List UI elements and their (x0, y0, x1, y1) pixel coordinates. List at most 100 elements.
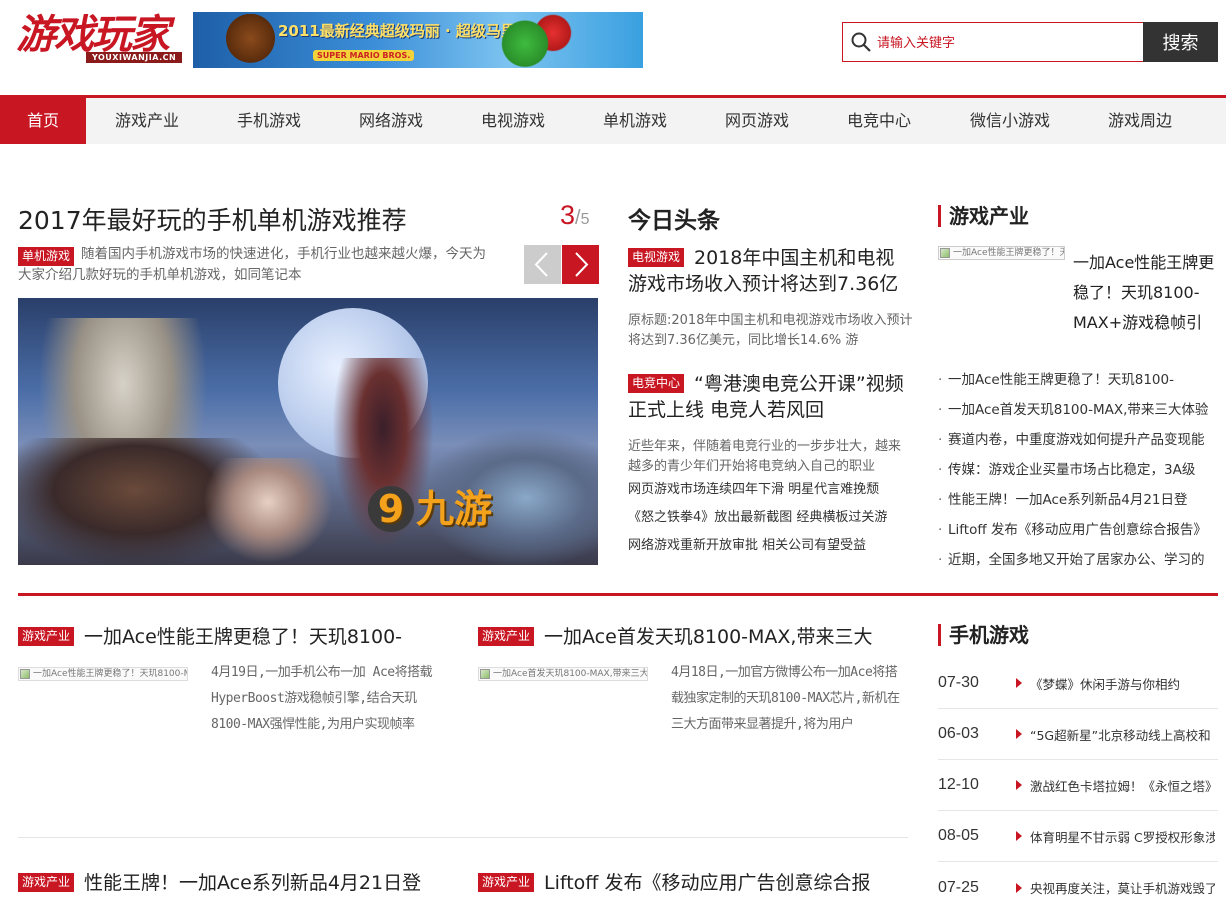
card-title[interactable]: 游戏产业 一加Ace首发天玑8100-MAX,带来三大 (478, 624, 908, 650)
card-title-text[interactable]: 性能王牌！一加Ace系列新品4月21日登 (84, 872, 421, 894)
search-input[interactable] (877, 23, 1143, 61)
card-thumb[interactable]: 一加Ace首发天玑8100-MAX,带来三大体验 (478, 667, 648, 681)
headline-tag[interactable]: 电竞中心 (628, 374, 685, 393)
jiuyou-logo: 9 九游 (368, 478, 492, 533)
nav-item-industry[interactable]: 游戏产业 (86, 98, 208, 144)
headline-item: 电视游戏 2018年中国主机和电视游戏市场收入预计将达到7.36亿 原标题:201… (628, 245, 913, 351)
list-item[interactable]: · 一加Ace首发天玑8100-MAX,带来三大体验 (938, 400, 1218, 430)
list-item[interactable]: 08-05 体育明星不甘示弱 C罗授权形象涉 (938, 811, 1218, 862)
item-title[interactable]: 《梦蝶》休闲手游与你相约 (1030, 674, 1215, 693)
article-card: 游戏产业 一加Ace首发天玑8100-MAX,带来三大 一加Ace首发天玑8100… (478, 624, 908, 732)
mario-yoshi-figure (493, 14, 573, 68)
mobile-list: 07-30 《梦蝶》休闲手游与你相约 06-03 “5G超新星”北京移动线上高校和 … (938, 658, 1218, 899)
card-tag[interactable]: 游戏产业 (18, 873, 75, 892)
carousel-current: 3 (560, 200, 576, 230)
industry-thumb[interactable]: 一加Ace性能王牌更稳了！天玑8100- (938, 246, 1065, 260)
card-title-text[interactable]: 一加Ace性能王牌更稳了！天玑8100- (84, 626, 402, 648)
card-tag[interactable]: 游戏产业 (478, 627, 535, 646)
headline-desc: 近些年来，伴随着电竞行业的一步步壮大，越来越多的青少年们开始将电竞纳入自己的职业 (628, 439, 902, 474)
broken-image-icon (480, 669, 490, 679)
industry-thumb-alt: 一加Ace性能王牌更稳了！天玑8100- (953, 248, 1064, 258)
card-thumb-alt: 一加Ace性能王牌更稳了！天玑8100-MAX (33, 669, 188, 679)
card-title[interactable]: 游戏产业 Liftoff 发布《移动应用广告创意综合报 (478, 870, 908, 896)
industry-list: · 一加Ace性能王牌更稳了！天玑8100- · 一加Ace首发天玑8100-MAX… (938, 370, 1218, 580)
card-title-text[interactable]: Liftoff 发布《移动应用广告创意综合报 (544, 872, 870, 894)
nav-item-standalone[interactable]: 单机游戏 (574, 98, 696, 144)
jiuyou-text: 九游 (416, 487, 493, 531)
headline-tag[interactable]: 电视游戏 (628, 248, 685, 267)
article-card: 游戏产业 性能王牌！一加Ace系列新品4月21日登 (18, 870, 448, 896)
nav-item-home[interactable]: 首页 (0, 98, 86, 144)
industry-feature-title[interactable]: 一加Ace性能王牌更稳了！天玑8100-MAX+游戏稳帧引 (1073, 248, 1218, 338)
item-date: 12-10 (938, 776, 979, 793)
list-item[interactable]: · 一加Ace性能王牌更稳了！天玑8100- (938, 370, 1218, 400)
broken-image-icon (940, 248, 950, 258)
carousel-image[interactable]: 9 九游 (18, 298, 598, 565)
card-divider (18, 837, 908, 838)
carousel-title[interactable]: 2017年最好玩的手机单机游戏推荐 (18, 201, 407, 237)
banner-game-logo: SUPER MARIO BROS. (313, 50, 415, 61)
card-tag[interactable]: 游戏产业 (478, 873, 535, 892)
logo-domain: YOUXIWANJIA.CN (86, 52, 183, 63)
list-item[interactable]: 12-10 激战红色卡塔拉姆！《永恒之塔》 (938, 760, 1218, 811)
site-logo[interactable]: 游戏玩家 YOUXIWANJIA.CN (16, 10, 191, 66)
chevron-left-icon (534, 252, 548, 277)
broken-image-icon (20, 669, 30, 679)
section-divider (18, 593, 1218, 596)
list-item[interactable]: 07-25 央视再度关注，莫让手机游戏毁了 (938, 862, 1218, 899)
carousel-prev-button[interactable] (524, 245, 561, 284)
carousel-total: 5 (580, 211, 590, 228)
headline-title[interactable]: 电视游戏 2018年中国主机和电视游戏市场收入预计将达到7.36亿 (628, 245, 913, 297)
item-title[interactable]: 体育明星不甘示弱 C罗授权形象涉 (1030, 827, 1215, 846)
card-thumb[interactable]: 一加Ace性能王牌更稳了！天玑8100-MAX (18, 667, 188, 681)
mobile-heading[interactable]: 手机游戏 (938, 624, 1029, 646)
triangle-right-icon (1016, 831, 1022, 841)
item-title[interactable]: 激战红色卡塔拉姆！《永恒之塔》 (1030, 776, 1215, 795)
card-title[interactable]: 游戏产业 一加Ace性能王牌更稳了！天玑8100- (18, 624, 448, 650)
nav-item-wechat[interactable]: 微信小游戏 (940, 98, 1080, 144)
item-date: 08-05 (938, 827, 979, 844)
main-nav: 首页 游戏产业 手机游戏 网络游戏 电视游戏 单机游戏 网页游戏 电竞中心 微信… (0, 95, 1226, 144)
item-title[interactable]: 央视再度关注，莫让手机游戏毁了 (1030, 878, 1215, 897)
nav-item-webgame[interactable]: 网页游戏 (696, 98, 818, 144)
carousel-tag[interactable]: 单机游戏 (18, 247, 75, 266)
search-icon (851, 32, 871, 52)
item-title[interactable]: “5G超新星”北京移动线上高校和 (1030, 725, 1215, 744)
list-item[interactable]: · Liftoff 发布《移动应用广告创意综合报告》 (938, 520, 1218, 550)
list-item[interactable]: 06-03 “5G超新星”北京移动线上高校和 (938, 709, 1218, 760)
character-girl (198, 458, 338, 565)
list-item[interactable]: · 近期，全国多地又开始了居家办公、学习的 (938, 550, 1218, 580)
nav-item-mobile[interactable]: 手机游戏 (208, 98, 330, 144)
article-card: 游戏产业 Liftoff 发布《移动应用广告创意综合报 (478, 870, 908, 896)
jiuyou-nine-mark: 9 (368, 486, 414, 532)
list-item[interactable]: · 传媒：游戏企业买量市场占比稳定，3A级 (938, 460, 1218, 490)
nav-item-esports[interactable]: 电竞中心 (818, 98, 940, 144)
nav-item-online[interactable]: 网络游戏 (330, 98, 452, 144)
headline-link[interactable]: 网页游戏市场连续四年下滑 明星代言难挽颓 (628, 478, 879, 497)
headline-item: 电竞中心 “粤港澳电竞公开课”视频正式上线 电竞人若风回 近些年来，伴随着电竞行业… (628, 371, 913, 477)
card-title-text[interactable]: 一加Ace首发天玑8100-MAX,带来三大 (544, 626, 872, 648)
headline-title[interactable]: 电竞中心 “粤港澳电竞公开课”视频正式上线 电竞人若风回 (628, 371, 913, 423)
donkey-kong-figure (223, 14, 278, 68)
header-banner-ad[interactable]: 2011最新经典超级玛丽 · 超级马里奥 SUPER MARIO BROS. (193, 12, 643, 68)
list-item[interactable]: · 性能王牌！一加Ace系列新品4月21日登 (938, 490, 1218, 520)
card-desc: 4月18日,一加官方微博公布一加Ace将搭载独家定制的天玑8100-MAX芯片,… (671, 665, 900, 732)
search-button[interactable]: 搜索 (1143, 22, 1218, 62)
card-tag[interactable]: 游戏产业 (18, 627, 75, 646)
list-item[interactable]: · 赛道内卷，中重度游戏如何提升产品变现能 (938, 430, 1218, 460)
nav-item-merch[interactable]: 游戏周边 (1080, 98, 1200, 144)
industry-heading[interactable]: 游戏产业 (938, 205, 1029, 227)
headline-link[interactable]: 《怒之铁拳4》放出最新截图 经典横板过关游 (628, 506, 887, 525)
triangle-right-icon (1016, 780, 1022, 790)
nav-item-tv[interactable]: 电视游戏 (452, 98, 574, 144)
carousel-next-button[interactable] (562, 245, 599, 284)
triangle-right-icon (1016, 882, 1022, 893)
headline-link[interactable]: 网络游戏重新开放审批 相关公司有望受益 (628, 534, 866, 553)
card-thumb-alt: 一加Ace首发天玑8100-MAX,带来三大体验 (493, 669, 648, 679)
carousel-counter: 3/5 (560, 200, 590, 231)
headline-desc: 原标题:2018年中国主机和电视游戏市场收入预计将达到7.36亿美元，同比增长1… (628, 313, 913, 348)
list-item[interactable]: 07-30 《梦蝶》休闲手游与你相约 (938, 658, 1218, 709)
triangle-right-icon (1016, 678, 1022, 688)
card-title[interactable]: 游戏产业 性能王牌！一加Ace系列新品4月21日登 (18, 870, 448, 896)
triangle-right-icon (1016, 729, 1022, 739)
